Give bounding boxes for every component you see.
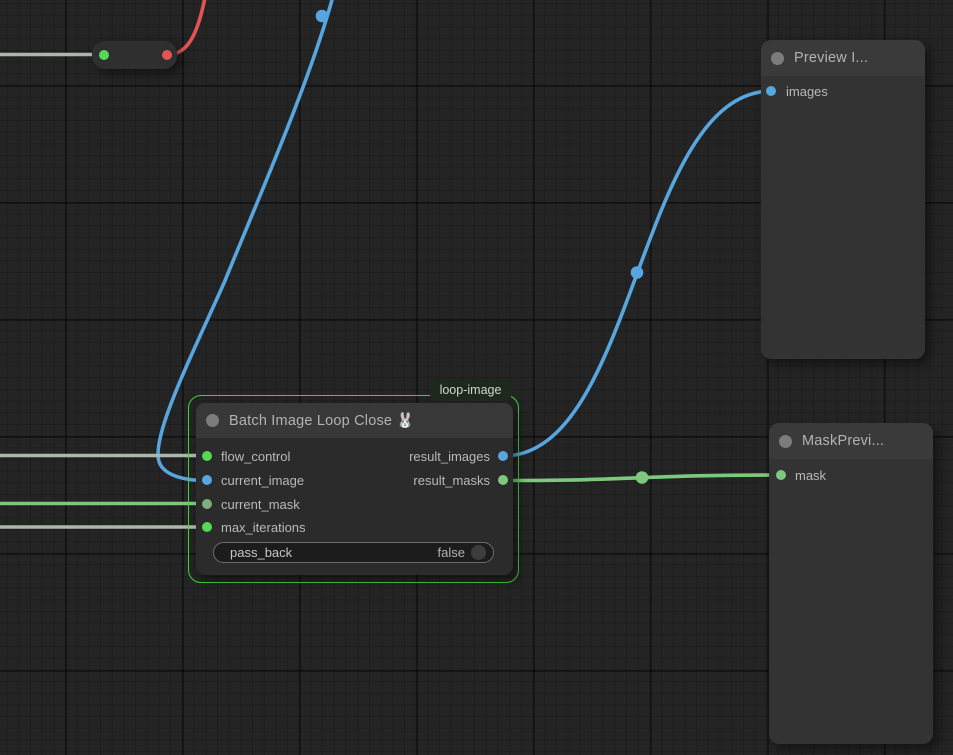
input-port-current-mask[interactable] — [202, 499, 212, 509]
slot-label: result_masks — [413, 473, 490, 488]
input-port-current-image[interactable] — [202, 475, 212, 485]
slot-mask: mask — [776, 463, 826, 487]
node-title-badge: loop-image — [430, 380, 511, 401]
slot-label: current_mask — [221, 497, 300, 512]
node-header[interactable]: MaskPrevi... — [769, 423, 933, 459]
slot-max-iterations: max_iterations — [202, 515, 306, 539]
collapse-toggle-icon[interactable] — [771, 52, 784, 65]
widget-pass-back-toggle[interactable]: pass_back false — [213, 542, 494, 563]
slot-label: images — [786, 84, 828, 99]
link-midpoint-dot[interactable] — [636, 471, 649, 484]
slot-flow-control: flow_control — [202, 444, 290, 468]
collapse-toggle-icon[interactable] — [206, 414, 219, 427]
widget-value: false — [438, 545, 465, 560]
link-midpoint-dot[interactable] — [316, 10, 329, 23]
slot-label: max_iterations — [221, 520, 306, 535]
output-port-result-masks[interactable] — [498, 475, 508, 485]
input-port-images[interactable] — [766, 86, 776, 96]
output-port[interactable] — [162, 50, 172, 60]
collapse-toggle-icon[interactable] — [779, 435, 792, 448]
input-port-mask[interactable] — [776, 470, 786, 480]
slot-result-masks: result_masks — [413, 468, 508, 492]
input-port-flow-control[interactable] — [202, 451, 212, 461]
node-header[interactable]: Preview I... — [761, 40, 925, 76]
link-midpoint-dot[interactable] — [631, 266, 644, 279]
node-editor-canvas[interactable]: loop-image Batch Image Loop Close 🐰 flow… — [0, 0, 953, 755]
input-port-max-iterations[interactable] — [202, 522, 212, 532]
slot-current-image: current_image — [202, 468, 304, 492]
widget-label: pass_back — [230, 545, 438, 560]
node-batch-image-loop-close[interactable]: Batch Image Loop Close 🐰 flow_control cu… — [196, 403, 513, 575]
node-title: Batch Image Loop Close 🐰 — [229, 412, 415, 429]
slot-current-mask: current_mask — [202, 492, 300, 516]
node-title: Preview I... — [794, 50, 868, 66]
slot-label: current_image — [221, 473, 304, 488]
toggle-knob[interactable] — [471, 545, 486, 560]
slot-images: images — [766, 79, 828, 103]
node-mask-preview[interactable]: MaskPrevi... mask — [769, 423, 933, 744]
slot-result-images: result_images — [409, 444, 508, 468]
node-title: MaskPrevi... — [802, 433, 884, 449]
slot-label: mask — [795, 468, 826, 483]
node-preview-image[interactable]: Preview I... images — [761, 40, 925, 359]
slot-label: flow_control — [221, 449, 290, 464]
output-port-result-images[interactable] — [498, 451, 508, 461]
slot-label: result_images — [409, 449, 490, 464]
input-port[interactable] — [99, 50, 109, 60]
collapsed-node[interactable] — [92, 41, 177, 69]
node-header[interactable]: Batch Image Loop Close 🐰 — [196, 403, 513, 438]
